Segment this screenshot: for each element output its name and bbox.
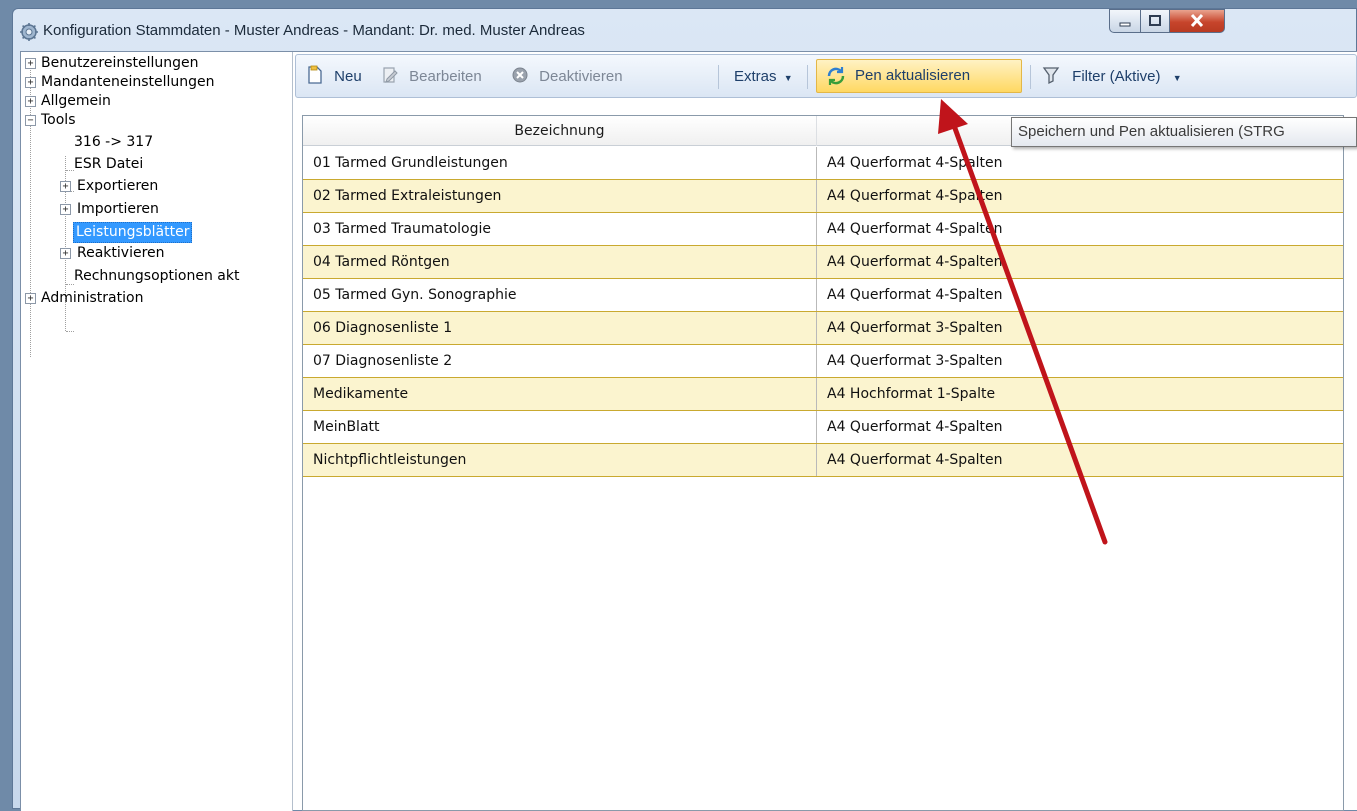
- expand-icon[interactable]: +: [60, 248, 71, 259]
- filter-dropdown[interactable]: Filter (Aktive) ▼: [1042, 65, 1182, 89]
- tree-item-label: Importieren: [77, 201, 159, 217]
- close-button[interactable]: [1169, 9, 1225, 33]
- data-grid[interactable]: Bezeichnung L 01 Tarmed GrundleistungenA…: [302, 115, 1344, 811]
- close-icon: [1190, 13, 1204, 28]
- navigation-tree[interactable]: + Benutzereinstellungen + Mandanteneinst…: [21, 52, 293, 811]
- deactivate-icon: [512, 67, 528, 83]
- table-row[interactable]: Medikamente A4 Hochformat 1-Spalte: [303, 378, 1343, 411]
- toolbar: Neu Bearbeiten Deaktivieren Extras ▼ Pen…: [295, 54, 1357, 98]
- table-row[interactable]: 02 Tarmed Extraleistungen A4 Querformat 4…: [303, 180, 1343, 213]
- tree-connector: [66, 284, 74, 285]
- table-row[interactable]: 04 Tarmed Röntgen A4 Querformat 4-Spalten: [303, 246, 1343, 279]
- cell-layout: A4 Hochformat 1-Spalte: [827, 386, 996, 402]
- cell-layout: A4 Querformat 4-Spalten: [827, 419, 1003, 435]
- column-header-bezeichnung[interactable]: Bezeichnung: [303, 116, 817, 146]
- tree-item-label: Exportieren: [77, 178, 159, 194]
- cell-bezeichnung: 02 Tarmed Extraleistungen: [303, 180, 817, 212]
- tree-item-label: Rechnungsoptionen akt: [74, 268, 240, 284]
- toolbar-separator: [718, 65, 719, 89]
- tree-item-label: ESR Datei: [74, 156, 144, 172]
- settings-gear-icon: [20, 23, 38, 41]
- cell-bezeichnung: Medikamente: [303, 378, 817, 410]
- tree-item-label-selected: Leistungsblätter: [73, 222, 193, 243]
- expand-icon[interactable]: +: [60, 181, 71, 192]
- cell-layout: A4 Querformat 4-Spalten: [827, 452, 1003, 468]
- chevron-down-icon: ▼: [1172, 73, 1182, 83]
- cell-bezeichnung: Nichtpflichtleistungen: [303, 444, 817, 476]
- table-row[interactable]: MeinBlatt A4 Querformat 4-Spalten: [303, 411, 1343, 444]
- tree-connector: [66, 331, 74, 332]
- chevron-down-icon: ▼: [783, 73, 793, 83]
- tree-item-label: Administration: [41, 290, 144, 306]
- cell-layout: A4 Querformat 4-Spalten: [827, 287, 1003, 303]
- table-row[interactable]: 06 Diagnosenliste 1 A4 Querformat 3-Spalt…: [303, 312, 1343, 345]
- cell-layout: A4 Querformat 4-Spalten: [827, 254, 1003, 270]
- edit-label: Bearbeiten: [409, 68, 482, 85]
- tooltip: Speichern und Pen aktualisieren (STRG: [1011, 117, 1357, 147]
- table-row[interactable]: 03 Tarmed Traumatologie A4 Querformat 4-S…: [303, 213, 1343, 246]
- cell-layout: A4 Querformat 4-Spalten: [827, 188, 1003, 204]
- cell-layout: A4 Querformat 3-Spalten: [827, 353, 1003, 369]
- table-row[interactable]: Nichtpflichtleistungen A4 Querformat 4-Sp…: [303, 444, 1343, 477]
- tree-item-label: Benutzereinstellungen: [41, 55, 199, 71]
- refresh-icon: [827, 67, 845, 85]
- expand-icon[interactable]: +: [25, 58, 36, 69]
- cell-bezeichnung: 05 Tarmed Gyn. Sonographie: [303, 279, 817, 311]
- edit-icon: [383, 67, 398, 83]
- cell-bezeichnung: 06 Diagnosenliste 1: [303, 312, 817, 344]
- filter-funnel-icon: [1042, 67, 1060, 85]
- maximize-icon: [1149, 15, 1161, 26]
- expand-icon[interactable]: +: [25, 293, 36, 304]
- cell-bezeichnung: 04 Tarmed Röntgen: [303, 246, 817, 278]
- expand-icon[interactable]: +: [25, 77, 36, 88]
- collapse-icon[interactable]: −: [25, 115, 36, 126]
- tree-connector: [66, 170, 74, 171]
- edit-button[interactable]: Bearbeiten: [381, 65, 482, 89]
- table-row[interactable]: 01 Tarmed Grundleistungen A4 Querformat 4…: [303, 147, 1343, 180]
- new-document-icon: [308, 65, 322, 84]
- table-row[interactable]: 07 Diagnosenliste 2 A4 Querformat 3-Spalt…: [303, 345, 1343, 378]
- minimize-button[interactable]: [1109, 9, 1141, 33]
- pen-update-button[interactable]: Pen aktualisieren: [816, 59, 1022, 93]
- table-row[interactable]: 05 Tarmed Gyn. Sonographie A4 Querformat …: [303, 279, 1343, 312]
- cell-bezeichnung: MeinBlatt: [303, 411, 817, 443]
- cell-layout: A4 Querformat 3-Spalten: [827, 320, 1003, 336]
- expand-icon[interactable]: +: [25, 96, 36, 107]
- tree-item-label: Mandanteneinstellungen: [41, 74, 215, 90]
- cell-layout: A4 Querformat 4-Spalten: [827, 221, 1003, 237]
- extras-dropdown[interactable]: Extras ▼: [734, 65, 793, 89]
- new-button[interactable]: Neu: [306, 65, 362, 89]
- toolbar-separator: [807, 65, 808, 89]
- expand-icon[interactable]: +: [60, 204, 71, 215]
- extras-label: Extras: [734, 68, 777, 85]
- cell-bezeichnung: 07 Diagnosenliste 2: [303, 345, 817, 377]
- tree-item-label: Tools: [41, 112, 76, 128]
- filter-label: Filter (Aktive): [1072, 68, 1161, 85]
- cell-bezeichnung: 01 Tarmed Grundleistungen: [303, 147, 817, 179]
- tree-item-label: Reaktivieren: [77, 245, 165, 261]
- window-title: Konfiguration Stammdaten - Muster Andrea…: [43, 22, 585, 39]
- minimize-icon: [1119, 22, 1131, 27]
- cell-layout: A4 Querformat 4-Spalten: [827, 155, 1003, 171]
- tree-item-label: 316 -> 317: [74, 134, 154, 150]
- client-area: + Benutzereinstellungen + Mandanteneinst…: [20, 51, 1357, 811]
- title-bar[interactable]: Konfiguration Stammdaten - Muster Andrea…: [13, 9, 1357, 49]
- tree-item-label: Allgemein: [41, 93, 111, 109]
- cell-bezeichnung: 03 Tarmed Traumatologie: [303, 213, 817, 245]
- deactivate-label: Deaktivieren: [539, 68, 623, 85]
- new-label: Neu: [334, 68, 362, 85]
- maximize-button[interactable]: [1140, 9, 1170, 33]
- deactivate-button[interactable]: Deaktivieren: [511, 65, 623, 89]
- pen-update-label: Pen aktualisieren: [855, 67, 971, 84]
- toolbar-separator: [1030, 65, 1031, 89]
